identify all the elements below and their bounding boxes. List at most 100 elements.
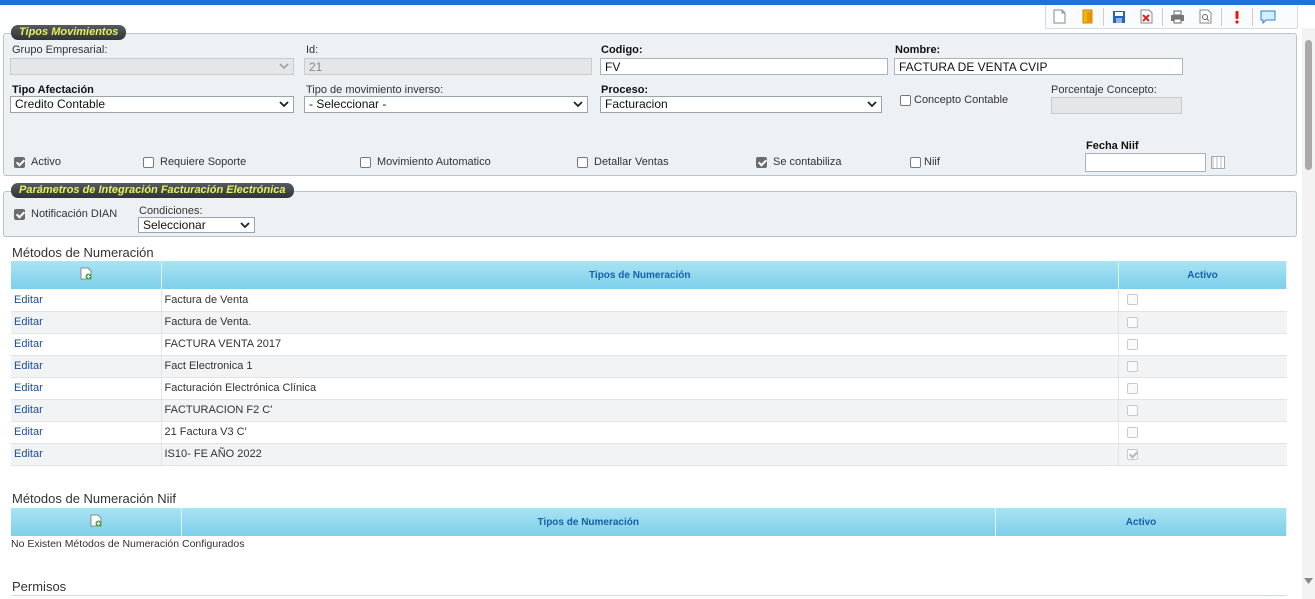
table-row: Editar Factura de Venta	[11, 289, 1287, 312]
notificacion-dian-checkbox[interactable]: Notificación DIAN	[14, 208, 117, 220]
add-record-icon[interactable]	[90, 514, 102, 527]
chevron-down-icon	[867, 101, 877, 108]
open-folder-icon[interactable]	[1076, 7, 1099, 27]
table-row: Editar 21 Factura V3 C'	[11, 421, 1287, 444]
niif-checkbox[interactable]: Niif	[910, 156, 940, 168]
metodos-numeracion-title: Métodos de Numeración	[12, 245, 154, 260]
chevron-down-icon	[573, 101, 583, 108]
permisos-title: Permisos	[12, 579, 67, 594]
edit-link[interactable]: Editar	[14, 448, 43, 460]
fecha-niif-field[interactable]	[1085, 153, 1206, 172]
toolbar	[1045, 5, 1298, 29]
grupo-empresarial-label: Grupo Empresarial:	[12, 44, 108, 56]
numeracion-name: FACTURACION F2 C'	[161, 399, 1119, 422]
concepto-contable-checkbox[interactable]: Concepto Contable	[900, 94, 1008, 106]
delete-icon[interactable]	[1135, 7, 1158, 27]
add-row-header	[11, 508, 182, 536]
concepto-contable-label: Concepto Contable	[914, 94, 1009, 106]
edit-link[interactable]: Editar	[14, 360, 43, 372]
se-contabiliza-label: Se contabiliza	[773, 156, 842, 168]
tipo-afectacion-select[interactable]: Credito Contable	[10, 96, 294, 113]
proceso-label: Proceso:	[601, 84, 649, 96]
checkbox-box[interactable]	[143, 156, 154, 168]
nombre-field[interactable]: FACTURA DE VENTA CVIP	[894, 58, 1183, 75]
toolbar-separator	[1103, 7, 1104, 26]
tipo-afectacion-label: Tipo Afectación	[12, 84, 94, 96]
porcentaje-concepto-field	[1051, 97, 1182, 114]
table-row: Editar Fact Electronica 1	[11, 355, 1287, 378]
checkbox-box[interactable]	[14, 208, 25, 220]
fecha-niif-label: Fecha Niif	[1086, 140, 1139, 152]
checkbox-box[interactable]	[14, 156, 25, 168]
permisos-divider	[11, 595, 1287, 596]
chevron-down-icon	[279, 63, 289, 70]
alert-icon[interactable]	[1225, 7, 1248, 27]
requiere-soporte-label: Requiere Soporte	[160, 156, 247, 168]
table-row: Editar FACTURA VENTA 2017	[11, 333, 1287, 356]
tipos-movimientos-panel: Grupo Empresarial: Id: 21 Codigo: FV Nom…	[3, 33, 1297, 176]
calendar-icon[interactable]	[1211, 156, 1225, 169]
edit-link[interactable]: Editar	[14, 316, 43, 328]
chevron-down-icon	[240, 222, 250, 229]
chat-icon[interactable]	[1256, 7, 1279, 27]
activo-label: Activo	[31, 156, 61, 168]
tipo-movimiento-inverso-label: Tipo de movimiento inverso:	[306, 84, 444, 96]
detallar-ventas-checkbox[interactable]: Detallar Ventas	[577, 156, 669, 168]
metodos-numeracion-niif-table: Tipos de Numeración Activo	[11, 508, 1287, 536]
numeracion-name: Facturación Electrónica Clínica	[161, 377, 1119, 400]
tipos-movimientos-legend: Tipos Movimientos	[11, 25, 127, 40]
proceso-select[interactable]: Facturacion	[600, 96, 882, 113]
notificacion-dian-label: Notificación DIAN	[31, 208, 118, 220]
movimiento-automatico-checkbox[interactable]: Movimiento Automatico	[360, 156, 491, 168]
checkbox-box[interactable]	[756, 156, 767, 168]
activo-checkbox	[1127, 316, 1138, 328]
tipo-movimiento-inverso-select[interactable]: - Seleccionar -	[304, 96, 588, 113]
table-row: Editar Factura de Venta.	[11, 311, 1287, 334]
condiciones-select[interactable]: Seleccionar	[138, 217, 255, 233]
scroll-down-icon[interactable]	[1304, 578, 1313, 584]
checkbox-box[interactable]	[577, 156, 588, 168]
edit-link[interactable]: Editar	[14, 404, 43, 416]
checkbox-box[interactable]	[910, 156, 921, 168]
se-contabiliza-checkbox[interactable]: Se contabiliza	[756, 156, 842, 168]
checkbox-box[interactable]	[900, 94, 911, 106]
new-document-icon[interactable]	[1048, 7, 1071, 27]
metodos-numeracion-niif-title: Métodos de Numeración Niif	[12, 491, 177, 506]
activo-checkbox	[1127, 294, 1138, 306]
niif-label: Niif	[924, 156, 940, 168]
table-row: Editar FACTURACION F2 C'	[11, 399, 1287, 422]
edit-link[interactable]: Editar	[14, 294, 43, 306]
integracion-legend: Parámetros de Integración Facturación El…	[11, 183, 294, 198]
activo-header: Activo	[1118, 261, 1287, 289]
activo-checkbox[interactable]: Activo	[14, 156, 61, 168]
numeracion-name: Factura de Venta.	[161, 311, 1119, 334]
tipos-numeracion-header: Tipos de Numeración	[181, 508, 996, 536]
toolbar-separator	[1252, 7, 1253, 26]
empty-message: No Existen Métodos de Numeración Configu…	[11, 538, 245, 550]
add-record-icon[interactable]	[80, 267, 92, 280]
movimiento-automatico-label: Movimiento Automatico	[377, 156, 491, 168]
codigo-field[interactable]: FV	[600, 58, 888, 75]
numeracion-name: 21 Factura V3 C'	[161, 421, 1119, 444]
requiere-soporte-checkbox[interactable]: Requiere Soporte	[143, 156, 246, 168]
numeracion-name: Fact Electronica 1	[161, 355, 1119, 378]
scrollbar-thumb[interactable]	[1305, 40, 1312, 170]
activo-checkbox	[1127, 338, 1138, 350]
edit-link[interactable]: Editar	[14, 426, 43, 438]
edit-link[interactable]: Editar	[14, 382, 43, 394]
add-row-header	[11, 261, 162, 289]
activo-checkbox	[1127, 360, 1138, 372]
print-icon[interactable]	[1166, 7, 1189, 27]
edit-link[interactable]: Editar	[14, 338, 43, 350]
preview-icon[interactable]	[1194, 7, 1217, 27]
table-row: Editar IS10- FE AÑO 2022	[11, 443, 1287, 466]
activo-checkbox	[1127, 404, 1138, 416]
nombre-label: Nombre:	[895, 44, 941, 56]
metodos-numeracion-table: Tipos de Numeración Activo Editar Factur…	[11, 261, 1287, 466]
page-scrollbar[interactable]	[1302, 28, 1315, 599]
save-icon[interactable]	[1107, 7, 1130, 27]
checkbox-box[interactable]	[360, 156, 371, 168]
numeracion-name: FACTURA VENTA 2017	[161, 333, 1119, 356]
id-label: Id:	[306, 44, 319, 56]
activo-header: Activo	[995, 508, 1287, 536]
